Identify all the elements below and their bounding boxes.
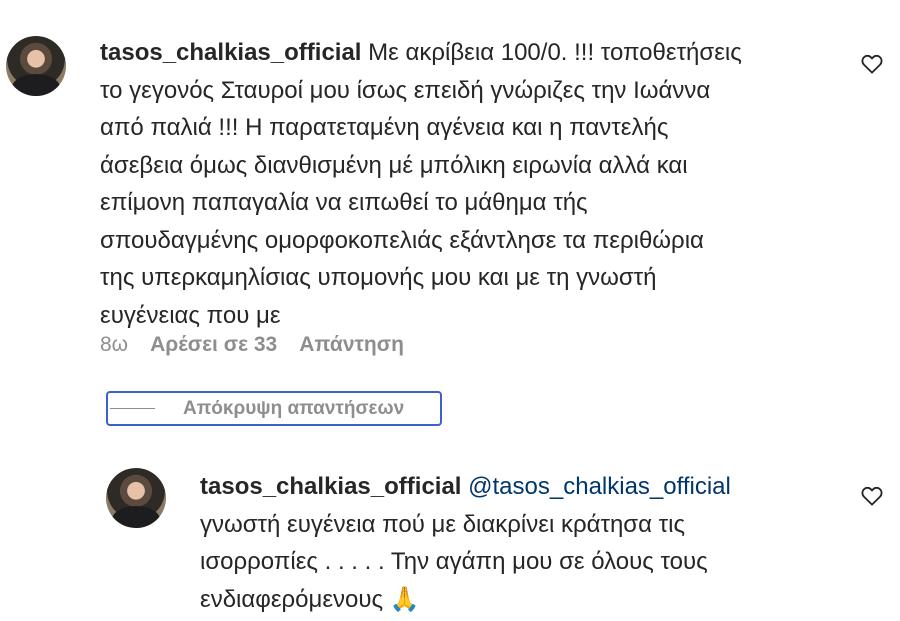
reply-text-line: ενδιαφερόμενους 🙏: [200, 585, 420, 613]
divider-line: [110, 407, 155, 410]
comment-text-line: της υπερκαμηλίσιας υπομονής μου και με τ…: [100, 264, 657, 291]
avatar-shirt: [12, 73, 60, 96]
hide-replies-button[interactable]: Απόκρυψη απαντήσεων: [106, 391, 442, 426]
comment-text-line: Με ακρίβεια 100/0. !!! τοποθετήσεις: [368, 39, 742, 66]
comment-text-line: ευγένειας που με: [100, 301, 281, 329]
comment-time: 8ω: [100, 333, 129, 356]
avatar-shirt: [112, 505, 160, 528]
reply-mention-link[interactable]: @tasos_chalkias_official: [468, 473, 731, 500]
reply-button[interactable]: Απάντηση: [299, 333, 404, 357]
reply-username[interactable]: tasos_chalkias_official: [200, 473, 461, 500]
comment-text-line: σπουδαγμένης ομορφοκοπελιάς εξάντλησε τα…: [100, 226, 704, 254]
comment-body: tasos_chalkias_official Με ακρίβεια 100/…: [100, 34, 840, 334]
reply-text-line: ισορροπίες . . . . . Την αγάπη μου σε όλ…: [200, 548, 708, 575]
comment-meta: 8ω Αρέσει σε 33 Απάντηση: [100, 333, 404, 357]
reply-line: tasos_chalkias_official @tasos_chalkias_…: [200, 468, 840, 506]
hide-replies-label: Απόκρυψη απαντήσεων: [183, 397, 405, 419]
comment-text-line: άσεβεια όμως διανθισμένη μέ μπόλικη ειρω…: [100, 151, 688, 179]
heart-outline-icon[interactable]: [861, 54, 883, 74]
likes-count-link[interactable]: Αρέσει σε 33: [150, 333, 277, 357]
comment-text-line: επίμονη παπαγαλία να ειπωθεί το μάθημα τ…: [100, 189, 588, 216]
reply-text-line: γνωστή ευγένεια πού με διακρίνει κράτησα…: [200, 510, 686, 538]
reply-body: tasos_chalkias_official @tasos_chalkias_…: [200, 468, 840, 618]
comment-username[interactable]: tasos_chalkias_official: [100, 39, 361, 66]
avatar[interactable]: [6, 36, 66, 96]
avatar[interactable]: [106, 468, 166, 528]
comment-text-line: από παλιά !!! Η παρατεταμένη αγένεια και…: [100, 114, 669, 141]
comment-line: tasos_chalkias_official Με ακρίβεια 100/…: [100, 34, 840, 72]
comment-text-line: το γεγονός Σταυροί μου ίσως επειδή γνώρι…: [100, 76, 711, 104]
heart-outline-icon[interactable]: [861, 486, 883, 506]
